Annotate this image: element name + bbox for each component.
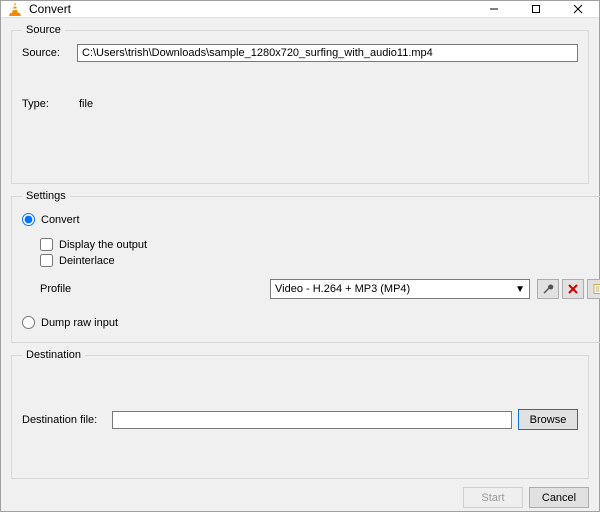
- profile-select[interactable]: Video - H.264 + MP3 (MP4) ▼: [270, 279, 530, 299]
- maximize-button[interactable]: [515, 1, 557, 17]
- new-file-icon: [592, 283, 600, 295]
- display-output-checkbox[interactable]: [40, 238, 53, 251]
- wrench-icon: [542, 283, 554, 295]
- cancel-button[interactable]: Cancel: [529, 487, 589, 508]
- profile-label: Profile: [40, 283, 100, 295]
- start-button[interactable]: Start: [463, 487, 523, 508]
- destination-group: Destination Destination file: Browse: [11, 349, 589, 479]
- display-output-label: Display the output: [59, 239, 147, 251]
- minimize-button[interactable]: [473, 1, 515, 17]
- window-controls: [473, 1, 599, 17]
- convert-label: Convert: [41, 214, 80, 226]
- type-label: Type:: [22, 98, 77, 110]
- convert-dialog: Convert Source Source: Type: file: [0, 0, 600, 512]
- destination-file-input[interactable]: [112, 411, 512, 429]
- dialog-button-bar: Start Cancel: [11, 485, 589, 508]
- source-path-input[interactable]: [77, 44, 578, 62]
- vlc-cone-icon: [7, 1, 23, 17]
- window-title: Convert: [29, 2, 473, 16]
- destination-file-label: Destination file:: [22, 414, 112, 426]
- dump-raw-radio[interactable]: [22, 316, 35, 329]
- titlebar: Convert: [1, 1, 599, 18]
- source-legend: Source: [22, 24, 65, 36]
- destination-legend: Destination: [22, 349, 85, 361]
- dump-raw-label: Dump raw input: [41, 317, 118, 329]
- source-label: Source:: [22, 47, 77, 59]
- browse-button[interactable]: Browse: [518, 409, 578, 430]
- profile-selected-value: Video - H.264 + MP3 (MP4): [275, 283, 410, 295]
- edit-profile-button[interactable]: [537, 279, 559, 299]
- chevron-down-icon: ▼: [515, 284, 525, 295]
- close-button[interactable]: [557, 1, 599, 17]
- source-group: Source Source: Type: file: [11, 24, 589, 184]
- settings-legend: Settings: [22, 190, 70, 202]
- settings-group: Settings Convert Display the output Dein…: [11, 190, 600, 343]
- delete-profile-button[interactable]: [562, 279, 584, 299]
- convert-radio[interactable]: [22, 213, 35, 226]
- type-value: file: [77, 98, 93, 110]
- delete-x-icon: [567, 283, 579, 295]
- dialog-content: Source Source: Type: file Settings Conve…: [1, 18, 599, 518]
- deinterlace-checkbox[interactable]: [40, 254, 53, 267]
- new-profile-button[interactable]: [587, 279, 600, 299]
- deinterlace-label: Deinterlace: [59, 255, 115, 267]
